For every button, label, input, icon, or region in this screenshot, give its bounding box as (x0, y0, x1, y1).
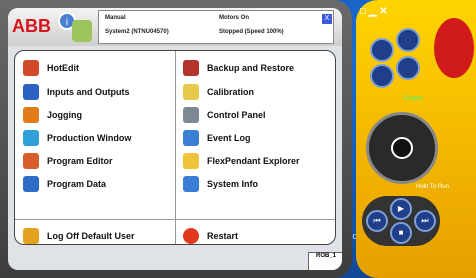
rob-label: ROB_1 (315, 253, 336, 259)
menu-label: Backup and Restore (207, 63, 295, 73)
menu-item-flexpendant-explorer[interactable]: FlexPendant Explorer (183, 152, 300, 170)
system-name: System2 (NTNU04570) (105, 29, 169, 35)
top-bar: ABB i Manual System2 (NTNU04570) Motors … (8, 8, 342, 46)
program-state: Stopped (Speed 100%) (219, 29, 284, 35)
menu-label: Production Window (47, 133, 132, 143)
menu-item-event-log[interactable]: Event Log (183, 129, 251, 147)
hardware-button-2[interactable] (396, 28, 420, 52)
calibration-icon (183, 84, 199, 100)
program-editor-icon (23, 153, 39, 169)
user-icon[interactable] (72, 20, 92, 42)
event-log-icon (183, 130, 199, 146)
backup-icon (183, 60, 199, 76)
folder-icon (183, 153, 199, 169)
pendant-screen: ABB i Manual System2 (NTNU04570) Motors … (8, 8, 342, 270)
menu-item-hotedit[interactable]: HotEdit (23, 59, 79, 77)
menu-label: FlexPendant Explorer (207, 156, 300, 166)
menu-label: Inputs and Outputs (47, 87, 130, 97)
menu-item-system-info[interactable]: System Info (183, 175, 258, 193)
step-forward-button[interactable]: ⏭ (414, 210, 436, 232)
operating-mode: Manual (105, 15, 126, 21)
flexpendant-device: ABB i Manual System2 (NTNU04570) Motors … (0, 0, 352, 278)
run-controls: ⏮ ▶ ■ ⏭ (362, 196, 440, 246)
column-divider (175, 51, 176, 244)
menu-label: Event Log (207, 133, 251, 143)
menu-item-calibration[interactable]: Calibration (183, 83, 254, 101)
step-back-button[interactable]: ⏮ (366, 210, 388, 232)
menu-label: Program Data (47, 179, 107, 189)
menu-item-control-panel[interactable]: Control Panel (183, 106, 266, 124)
menu-label: Log Off Default User (47, 231, 135, 241)
menu-label: Jogging (47, 110, 82, 120)
menu-label: Control Panel (207, 110, 266, 120)
menu-label: Restart (207, 231, 239, 241)
menu-item-inputs-outputs[interactable]: Inputs and Outputs (23, 83, 130, 101)
log-off-button[interactable]: Log Off Default User (23, 227, 135, 244)
control-panel-hardware: □ ▁ ✕ Enable Hold To Run ⏮ ▶ ■ ⏭ (356, 0, 476, 278)
hold-to-run-label: Hold To Run (416, 184, 449, 190)
abb-main-menu: HotEdit Inputs and Outputs Jogging Produ… (14, 50, 336, 245)
emergency-stop-button[interactable] (434, 18, 474, 78)
program-data-icon (23, 176, 39, 192)
menu-item-production-window[interactable]: Production Window (23, 129, 131, 147)
close-icon[interactable]: X (322, 14, 332, 24)
abb-logo: ABB (12, 16, 51, 36)
joystick-center (391, 137, 413, 159)
restart-icon (183, 228, 199, 244)
restart-button[interactable]: Restart (183, 227, 239, 244)
menu-item-program-editor[interactable]: Program Editor (23, 152, 113, 170)
joystick[interactable] (366, 112, 438, 184)
row-divider (15, 219, 335, 220)
menu-label: Program Editor (47, 156, 113, 166)
menu-label: System Info (207, 179, 259, 189)
status-box: Manual System2 (NTNU04570) Motors On Sto… (98, 10, 334, 44)
system-info-icon (183, 176, 199, 192)
hotedit-icon (23, 60, 39, 76)
io-icon (23, 84, 39, 100)
hardware-button-1[interactable] (370, 38, 394, 62)
jogging-icon (23, 107, 39, 123)
enable-label: Enable (404, 96, 423, 102)
menu-label: Calibration (207, 87, 255, 97)
production-window-icon (23, 130, 39, 146)
menu-item-program-data[interactable]: Program Data (23, 175, 106, 193)
window-controls[interactable]: □ ▁ ✕ (360, 6, 400, 28)
menu-item-backup-restore[interactable]: Backup and Restore (183, 59, 294, 77)
key-icon (23, 228, 39, 244)
menu-label: HotEdit (47, 63, 79, 73)
menu-item-jogging[interactable]: Jogging (23, 106, 82, 124)
hardware-button-4[interactable] (396, 56, 420, 80)
rob-status[interactable]: ROB_1 (308, 252, 342, 270)
play-button[interactable]: ▶ (390, 198, 412, 220)
control-panel-icon (183, 107, 199, 123)
stop-button[interactable]: ■ (390, 222, 412, 244)
motors-state: Motors On (219, 15, 249, 21)
hardware-button-3[interactable] (370, 64, 394, 88)
